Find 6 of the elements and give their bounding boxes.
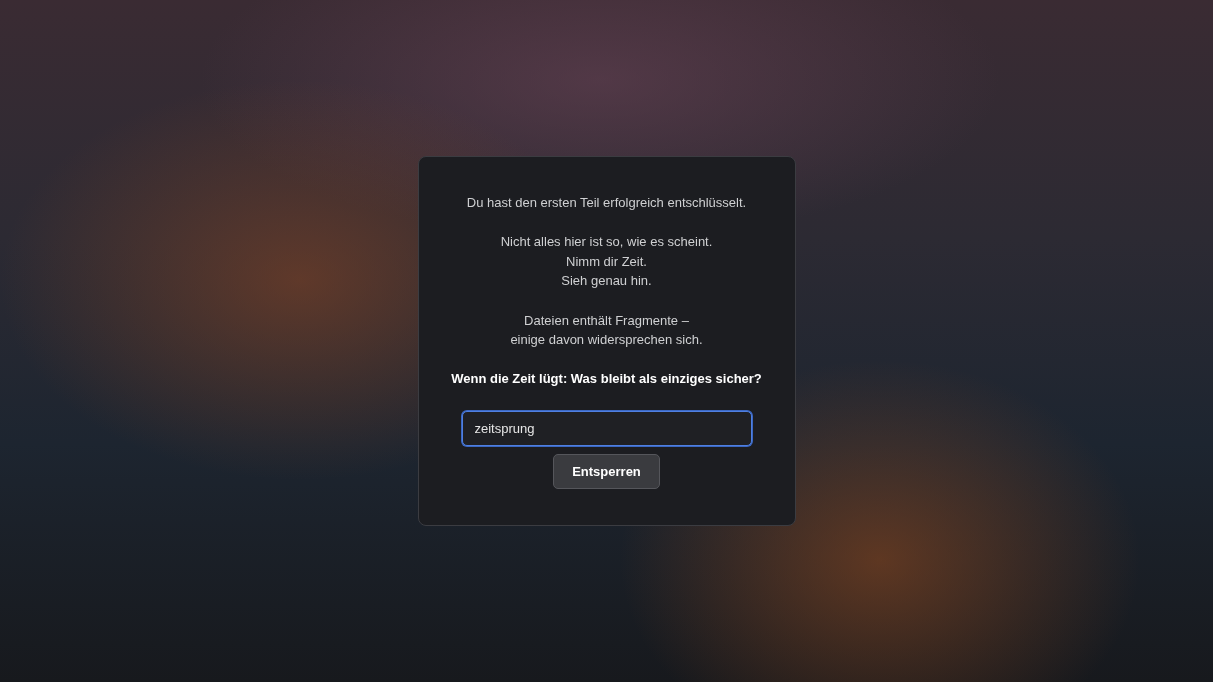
unlock-button[interactable]: Entsperren [553,453,660,489]
answer-field[interactable]: zeitsprung [461,410,752,446]
message-text: Nicht alles hier ist so, wie es scheint. Nimm dir Zeit. Sieh genau hin. [500,233,713,291]
message-text: Dateien enthält Fragmente – einige davon widersprechen sich. [510,311,703,350]
question-text: Wenn die Zeit lügt: Was bleibt als einziges sicher? [451,370,762,389]
message-text: Du hast den ersten Teil erfolgreich entschlüsselt. [466,194,747,213]
